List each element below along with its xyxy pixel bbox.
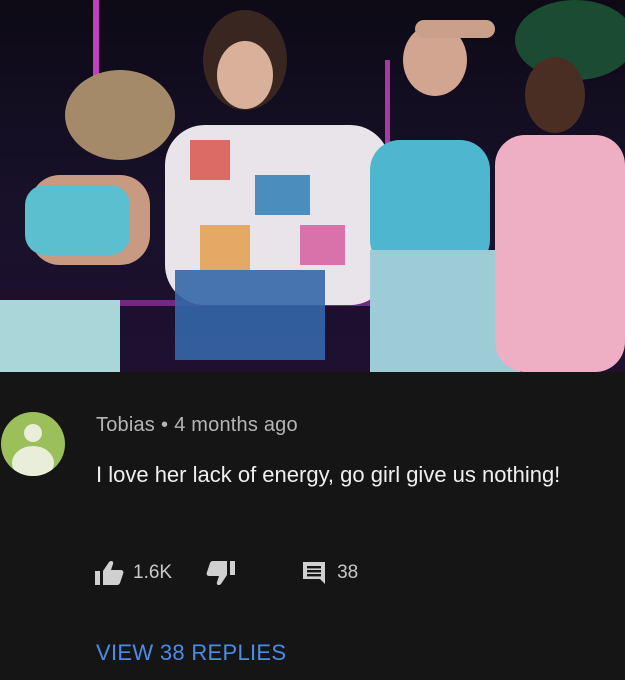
dislike-button[interactable] — [206, 560, 236, 586]
comment-actions: 1.6K 38 — [94, 558, 358, 588]
avatar-head — [24, 424, 42, 442]
thumbs-up-icon — [95, 560, 124, 585]
comment-meta: Tobias • 4 months ago — [96, 414, 298, 437]
default-avatar-icon[interactable] — [1, 412, 65, 476]
stage-performance-illustration — [0, 0, 625, 372]
comment-time[interactable]: 4 months ago — [174, 414, 298, 436]
comment-card: Tobias • 4 months ago I love her lack of e… — [0, 372, 625, 680]
view-replies-link[interactable]: VIEW 38 REPLIES — [96, 640, 286, 666]
replies-button[interactable]: 38 — [302, 561, 358, 585]
like-count: 1.6K — [133, 562, 173, 583]
avatar-body — [12, 446, 54, 476]
thumbs-down-icon — [206, 561, 236, 586]
comment-icon — [303, 562, 326, 584]
meta-separator: • — [161, 414, 169, 436]
like-button[interactable]: 1.6K — [94, 560, 172, 586]
stage-photo — [0, 0, 625, 372]
comment-text: I love her lack of energy, go girl give … — [96, 462, 561, 487]
reply-count: 38 — [337, 562, 359, 583]
author-name[interactable]: Tobias — [96, 414, 155, 436]
